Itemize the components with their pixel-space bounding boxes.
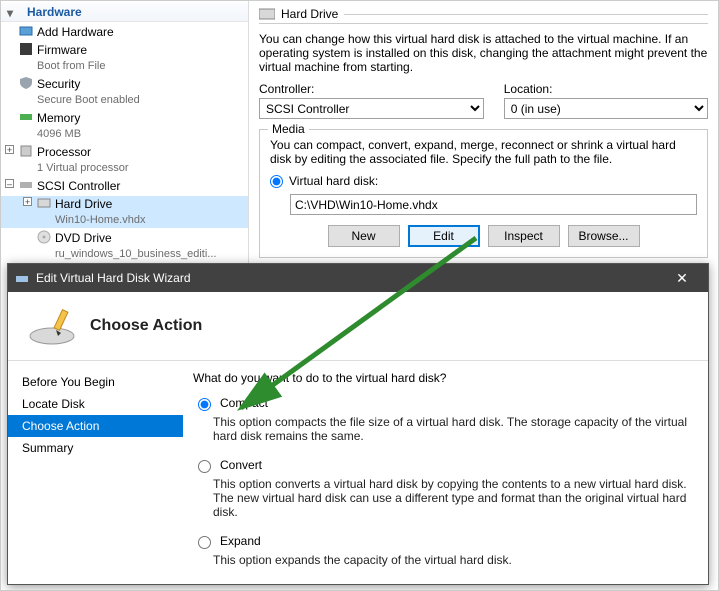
wizard-header: Choose Action: [8, 292, 708, 361]
tree-item-hard-drive[interactable]: + Hard Drive Win10-Home.vhdx: [1, 196, 248, 228]
cpu-icon: [19, 144, 33, 158]
divider: [344, 14, 708, 15]
inspect-button[interactable]: Inspect: [488, 225, 560, 247]
hardware-tree: ▾ Hardware Add Hardware Firmware Boot fr…: [1, 1, 249, 266]
tree-item-processor[interactable]: + Processor 1 Virtual processor: [1, 144, 248, 176]
hard-drive-icon: [37, 196, 51, 210]
collapse-box-icon[interactable]: –: [5, 179, 14, 188]
wizard-question: What do you want to do to the virtual ha…: [193, 371, 690, 385]
edit-button[interactable]: Edit: [408, 225, 480, 247]
controller-label: Controller:: [259, 82, 484, 96]
wizard-content: What do you want to do to the virtual ha…: [183, 361, 708, 581]
convert-description: This option converts a virtual hard disk…: [213, 477, 690, 519]
browse-button[interactable]: Browse...: [568, 225, 640, 247]
option-expand[interactable]: Expand This option expands the capacity …: [193, 533, 690, 567]
media-legend: Media: [268, 122, 309, 136]
convert-label: Convert: [220, 458, 262, 472]
vm-settings-pane: ▾ Hardware Add Hardware Firmware Boot fr…: [1, 1, 718, 266]
option-compact[interactable]: Compact This option compacts the file si…: [193, 395, 690, 443]
section-description: You can change how this virtual hard dis…: [259, 32, 708, 74]
new-button[interactable]: New: [328, 225, 400, 247]
location-label: Location:: [504, 82, 708, 96]
wizard-steps: Before You Begin Locate Disk Choose Acti…: [8, 361, 183, 581]
wizard-step-locate-disk[interactable]: Locate Disk: [8, 393, 183, 415]
vhd-wizard-icon: [28, 306, 76, 346]
hard-drive-settings: Hard Drive You can change how this virtu…: [249, 1, 718, 266]
edit-vhd-wizard: Edit Virtual Hard Disk Wizard ✕ Choose A…: [7, 263, 709, 585]
expand-icon[interactable]: +: [23, 197, 32, 206]
shield-icon: [19, 76, 33, 90]
tree-item-memory[interactable]: Memory 4096 MB: [1, 110, 248, 142]
location-select[interactable]: 0 (in use): [504, 98, 708, 119]
media-group: Media You can compact, convert, expand, …: [259, 129, 708, 258]
compact-radio[interactable]: [198, 398, 211, 411]
tree-item-dvd-drive[interactable]: DVD Drive ru_windows_10_business_editi..…: [1, 230, 248, 262]
dvd-icon: [37, 230, 51, 244]
expand-label: Expand: [220, 534, 261, 548]
wizard-step-summary[interactable]: Summary: [8, 437, 183, 459]
tree-item-security[interactable]: Security Secure Boot enabled: [1, 76, 248, 108]
collapse-icon: ▾: [7, 6, 13, 20]
compact-description: This option compacts the file size of a …: [213, 415, 690, 443]
expand-icon[interactable]: +: [5, 145, 14, 154]
controller-icon: [19, 178, 33, 192]
hard-drive-icon: [259, 8, 275, 20]
wizard-icon: [14, 270, 30, 286]
media-description: You can compact, convert, expand, merge,…: [270, 138, 697, 166]
convert-radio[interactable]: [198, 460, 211, 473]
expand-description: This option expands the capacity of the …: [213, 553, 690, 567]
section-title: Hard Drive: [281, 7, 338, 21]
wizard-titlebar[interactable]: Edit Virtual Hard Disk Wizard ✕: [8, 264, 708, 292]
wizard-step-choose-action[interactable]: Choose Action: [8, 415, 183, 437]
tree-item-add-hardware[interactable]: Add Hardware: [1, 24, 248, 40]
wizard-step-before-you-begin[interactable]: Before You Begin: [8, 371, 183, 393]
wizard-title: Edit Virtual Hard Disk Wizard: [30, 271, 662, 285]
wizard-step-heading: Choose Action: [90, 317, 202, 335]
compact-label: Compact: [220, 396, 268, 410]
vhd-radio-label: Virtual hard disk:: [289, 174, 378, 188]
add-hardware-icon: [19, 24, 33, 38]
option-convert[interactable]: Convert This option converts a virtual h…: [193, 457, 690, 519]
vhd-radio[interactable]: [270, 175, 283, 188]
tree-section-hardware[interactable]: ▾ Hardware: [1, 3, 248, 22]
tree-section-label: Hardware: [27, 5, 82, 19]
memory-icon: [19, 110, 33, 124]
firmware-icon: [19, 42, 33, 56]
close-icon[interactable]: ✕: [662, 270, 702, 287]
vhd-path-input[interactable]: [290, 194, 697, 215]
expand-radio[interactable]: [198, 536, 211, 549]
tree-item-scsi-controller[interactable]: – SCSI Controller: [1, 178, 248, 194]
controller-select[interactable]: SCSI Controller: [259, 98, 484, 119]
tree-item-firmware[interactable]: Firmware Boot from File: [1, 42, 248, 74]
